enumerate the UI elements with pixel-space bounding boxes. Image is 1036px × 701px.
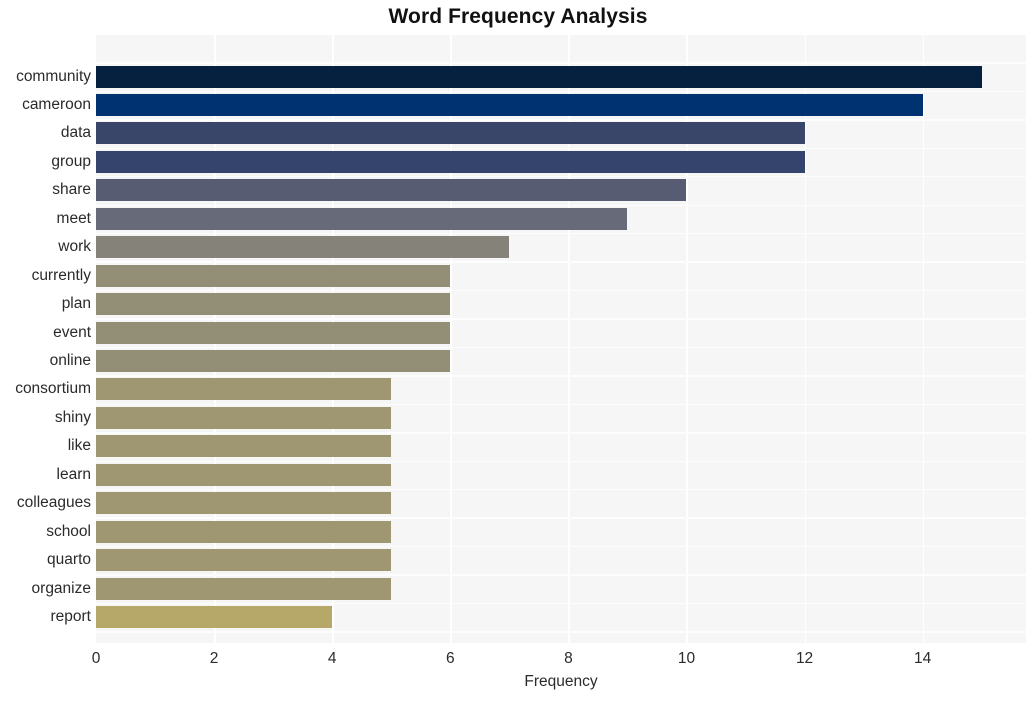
bar — [96, 577, 392, 600]
y-axis-tick-label: meet — [56, 209, 91, 227]
y-axis-tick-label: learn — [56, 465, 91, 483]
y-axis-tick-label: quarto — [47, 551, 91, 569]
bar — [96, 93, 923, 116]
gridline-horizontal — [96, 631, 1026, 633]
gridline-horizontal — [96, 90, 1026, 93]
bar — [96, 492, 392, 515]
y-axis-tick-label: cameroon — [22, 95, 91, 113]
y-axis-tick-label: shiny — [54, 408, 91, 426]
bar — [96, 150, 805, 173]
x-axis-tick-labels: 0 2 4 6 8 10 12 14 — [0, 650, 1036, 672]
gridline-horizontal — [96, 119, 1026, 121]
gridline-horizontal — [96, 432, 1026, 434]
gridline-horizontal — [96, 204, 1026, 206]
y-axis-tick-label: like — [67, 437, 91, 455]
y-axis-tick-label: colleagues — [16, 494, 91, 512]
gridline-horizontal — [96, 403, 1026, 406]
x-axis-tick-label: 10 — [677, 650, 696, 667]
x-axis-tick-label: 0 — [91, 650, 101, 667]
bar — [96, 549, 392, 572]
y-axis-tick-label: work — [58, 238, 91, 256]
bar — [96, 463, 392, 486]
x-axis-tick-label: 6 — [445, 650, 455, 667]
x-axis-tick-label: 12 — [795, 650, 814, 667]
bar — [96, 207, 628, 230]
y-axis-tick-label: currently — [31, 266, 91, 284]
x-axis-tick-label: 4 — [327, 650, 337, 667]
gridline-horizontal — [96, 517, 1026, 519]
x-axis-tick-label: 14 — [914, 650, 932, 667]
bar — [96, 350, 451, 372]
y-axis-tick-label: consortium — [15, 380, 91, 398]
x-axis-tick-label: 2 — [209, 650, 219, 667]
bar — [96, 606, 333, 629]
gridline-horizontal — [96, 545, 1026, 548]
bar — [96, 435, 392, 458]
y-axis-tick-label: organize — [31, 579, 91, 597]
y-axis-tick-label: school — [46, 522, 91, 540]
y-axis-tick-label: event — [53, 323, 91, 341]
bar — [96, 122, 805, 145]
bar — [96, 520, 392, 543]
bar — [96, 293, 451, 316]
y-axis-tick-label: share — [52, 181, 91, 199]
y-axis-tick-label: data — [60, 124, 91, 142]
bar — [96, 321, 451, 344]
y-axis-tick-label: community — [16, 67, 91, 85]
gridline-horizontal — [96, 574, 1026, 576]
bar — [96, 236, 510, 259]
bar — [96, 65, 982, 88]
bar — [96, 264, 451, 287]
gridline-vertical — [804, 35, 807, 643]
gridline-horizontal — [96, 232, 1026, 235]
bar — [96, 406, 392, 429]
gridline-horizontal — [96, 375, 1026, 377]
bar — [96, 378, 392, 401]
gridline-horizontal — [96, 460, 1026, 462]
gridline-horizontal — [96, 261, 1026, 263]
gridline-horizontal — [96, 346, 1026, 349]
gridline-horizontal — [96, 176, 1026, 178]
x-axis-label: Frequency — [524, 673, 598, 690]
y-axis-tick-label: online — [49, 352, 91, 369]
x-axis-tick-label: 8 — [564, 650, 573, 667]
bar — [96, 179, 687, 202]
gridline-vertical — [922, 35, 925, 643]
chart-title: Word Frequency Analysis — [388, 5, 648, 28]
gridline-horizontal — [96, 602, 1026, 605]
chart-figure: Word Frequency Analysis community cameroo… — [0, 0, 1036, 701]
y-axis-tick-label: plan — [61, 295, 91, 313]
y-axis-tick-label: group — [51, 152, 91, 170]
y-axis-tick-labels: community cameroon data group share meet work c… — [0, 35, 91, 643]
gridline-horizontal — [96, 489, 1026, 491]
plot-area — [96, 35, 1026, 643]
gridline-horizontal — [96, 62, 1026, 64]
gridline-horizontal — [96, 318, 1026, 320]
gridline-horizontal — [96, 289, 1026, 292]
gridline-horizontal — [96, 147, 1026, 150]
y-axis-tick-label: report — [50, 608, 92, 626]
